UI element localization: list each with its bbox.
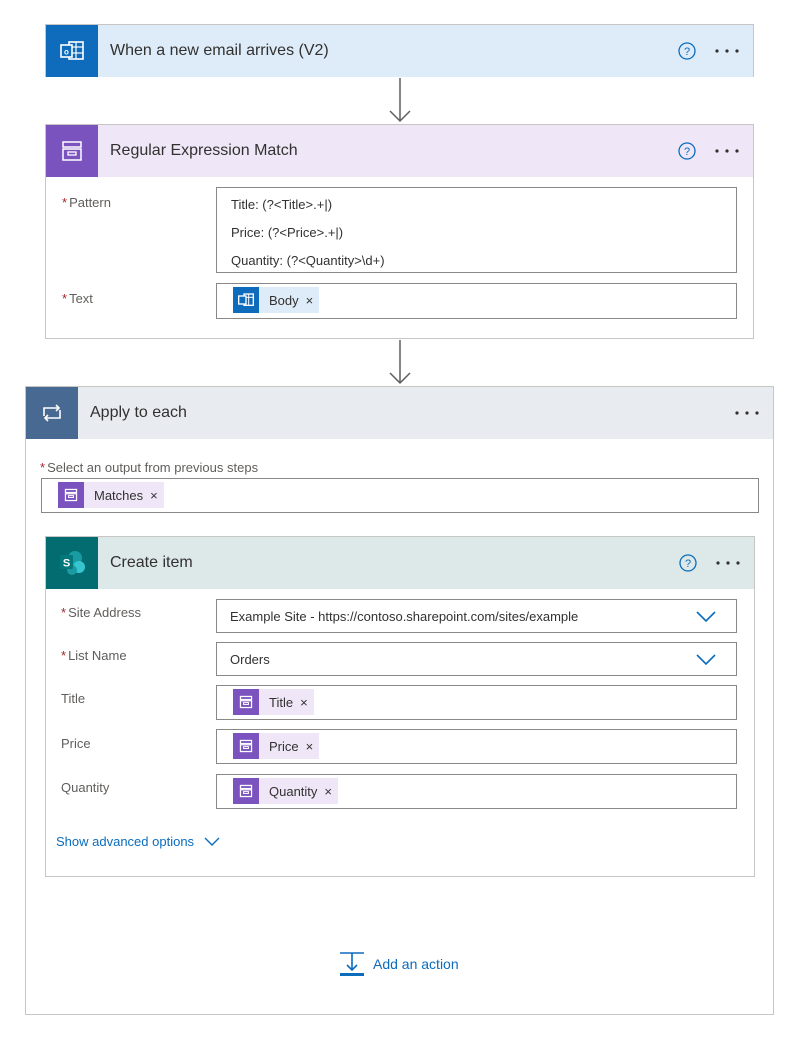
- chevron-down-icon[interactable]: [696, 611, 716, 623]
- svg-text:?: ?: [685, 558, 691, 570]
- body-token[interactable]: Body ×: [233, 287, 320, 313]
- regex-box-icon: [46, 125, 98, 177]
- token-label: Title: [269, 694, 294, 710]
- more-options-icon[interactable]: [713, 41, 741, 61]
- regex-box-icon: [233, 689, 259, 715]
- token-label: Price: [269, 738, 299, 754]
- svg-text:?: ?: [684, 146, 690, 158]
- select-output-label: * Select an output from previous steps: [40, 460, 259, 475]
- remove-token-icon[interactable]: ×: [306, 739, 314, 754]
- apply-to-each-card: Apply to each * Select an output from pre…: [25, 386, 774, 1015]
- price-label: Price: [61, 736, 91, 751]
- title-label: Title: [61, 691, 86, 706]
- trigger-card[interactable]: o When a new email arrives (V2) ?: [45, 24, 754, 77]
- add-action-label[interactable]: Add an action: [373, 956, 459, 972]
- pattern-input[interactable]: Title: (?<Title>.+|) Price: (?<Price>.+|…: [216, 187, 737, 273]
- more-options-icon[interactable]: [714, 553, 742, 573]
- chevron-down-icon[interactable]: [204, 837, 220, 847]
- remove-token-icon[interactable]: ×: [300, 695, 308, 710]
- flow-arrow-icon: [389, 340, 411, 385]
- regex-box-icon: [233, 733, 259, 759]
- site-address-label: * Site Address: [61, 605, 142, 620]
- site-address-value: Example Site - https://contoso.sharepoin…: [230, 609, 579, 624]
- title-token[interactable]: Title ×: [233, 689, 314, 715]
- outlook-icon: o: [46, 25, 98, 77]
- flow-arrow-icon: [389, 78, 411, 123]
- token-label: Body: [269, 292, 299, 308]
- select-output-input[interactable]: Matches ×: [41, 478, 759, 513]
- remove-token-icon[interactable]: ×: [306, 293, 314, 308]
- token-label: Matches: [94, 487, 144, 503]
- show-advanced-options-label[interactable]: Show advanced options: [56, 834, 194, 849]
- pattern-label: * Pattern: [62, 195, 111, 210]
- loop-icon: [26, 387, 78, 439]
- quantity-token[interactable]: Quantity ×: [233, 778, 339, 804]
- title-input[interactable]: Title ×: [216, 685, 737, 720]
- list-name-dropdown[interactable]: Orders: [216, 642, 737, 676]
- quantity-input[interactable]: Quantity ×: [216, 774, 737, 809]
- site-address-dropdown[interactable]: Example Site - https://contoso.sharepoin…: [216, 599, 737, 633]
- chevron-down-icon[interactable]: [696, 654, 716, 666]
- regex-box-icon: [233, 778, 259, 804]
- price-input[interactable]: Price ×: [216, 729, 737, 764]
- regex-card: Regular Expression Match ? * Pattern Titl…: [45, 124, 754, 339]
- regex-header[interactable]: Regular Expression Match ?: [46, 125, 753, 177]
- apply-to-each-title[interactable]: Apply to each: [90, 404, 733, 422]
- outlook-icon: [233, 287, 259, 313]
- regex-title[interactable]: Regular Expression Match: [110, 142, 677, 160]
- create-item-title[interactable]: Create item: [110, 554, 678, 572]
- create-item-header[interactable]: S Create item ?: [46, 537, 754, 589]
- quantity-label: Quantity: [61, 780, 110, 795]
- add-action-button[interactable]: Add an action: [339, 951, 459, 977]
- remove-token-icon[interactable]: ×: [324, 784, 332, 799]
- create-item-card: S Create item ? * Site Address Example Si…: [45, 536, 755, 877]
- list-name-label: * List Name: [61, 648, 127, 663]
- price-token[interactable]: Price ×: [233, 733, 320, 759]
- add-action-icon: [340, 952, 364, 976]
- text-input[interactable]: Body ×: [216, 283, 737, 319]
- trigger-title[interactable]: When a new email arrives (V2): [110, 42, 677, 60]
- trigger-header[interactable]: o When a new email arrives (V2) ?: [46, 25, 753, 77]
- svg-text:o: o: [64, 48, 69, 57]
- svg-text:?: ?: [684, 46, 690, 58]
- help-icon[interactable]: ?: [677, 141, 697, 161]
- help-icon[interactable]: ?: [677, 41, 697, 61]
- apply-to-each-header[interactable]: Apply to each: [26, 387, 773, 439]
- help-icon[interactable]: ?: [678, 553, 698, 573]
- text-label: * Text: [62, 291, 93, 306]
- regex-box-icon: [58, 482, 84, 508]
- more-options-icon[interactable]: [713, 141, 741, 161]
- pattern-line: Title: (?<Title>.+|): [231, 197, 333, 212]
- token-label: Quantity: [269, 783, 318, 799]
- list-name-value: Orders: [230, 652, 270, 667]
- svg-text:S: S: [63, 558, 70, 570]
- sharepoint-icon: S: [46, 537, 98, 589]
- pattern-line: Quantity: (?<Quantity>\d+): [231, 253, 385, 268]
- more-options-icon[interactable]: [733, 403, 761, 423]
- matches-token[interactable]: Matches ×: [58, 482, 164, 508]
- pattern-line: Price: (?<Price>.+|): [231, 225, 344, 240]
- show-advanced-options-link[interactable]: Show advanced options: [56, 834, 220, 849]
- remove-token-icon[interactable]: ×: [150, 488, 158, 503]
